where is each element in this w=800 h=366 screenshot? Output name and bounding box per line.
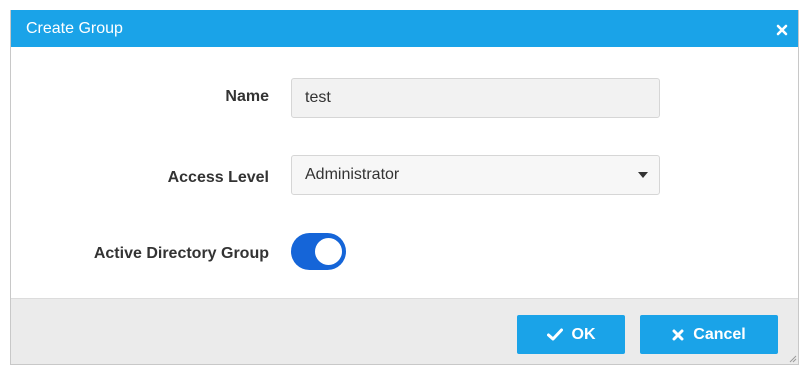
check-icon: [546, 328, 563, 341]
name-input[interactable]: [292, 79, 659, 117]
access-level-selected-value: Administrator: [305, 166, 400, 183]
ok-button[interactable]: OK: [517, 315, 625, 354]
create-group-dialog: Create Group Name Access Level Administr…: [10, 10, 799, 365]
dialog-title: Create Group: [26, 20, 123, 37]
toggle-knob: [315, 238, 342, 265]
dialog-titlebar: Create Group: [11, 10, 798, 47]
close-icon[interactable]: [776, 24, 788, 36]
name-field-wrapper: [291, 78, 660, 118]
access-level-select[interactable]: Administrator: [291, 155, 660, 195]
name-label: Name: [225, 88, 269, 105]
active-directory-group-toggle[interactable]: [291, 233, 346, 270]
cancel-button[interactable]: Cancel: [640, 315, 778, 354]
resize-grip-icon[interactable]: [787, 353, 797, 363]
ok-button-label: OK: [571, 325, 596, 343]
access-level-label: Access Level: [167, 169, 269, 186]
close-icon: [672, 329, 684, 340]
caret-down-icon: [638, 172, 648, 178]
dialog-footer: OK Cancel: [11, 298, 798, 364]
active-directory-group-label: Active Directory Group: [93, 245, 269, 262]
cancel-button-label: Cancel: [693, 325, 746, 343]
